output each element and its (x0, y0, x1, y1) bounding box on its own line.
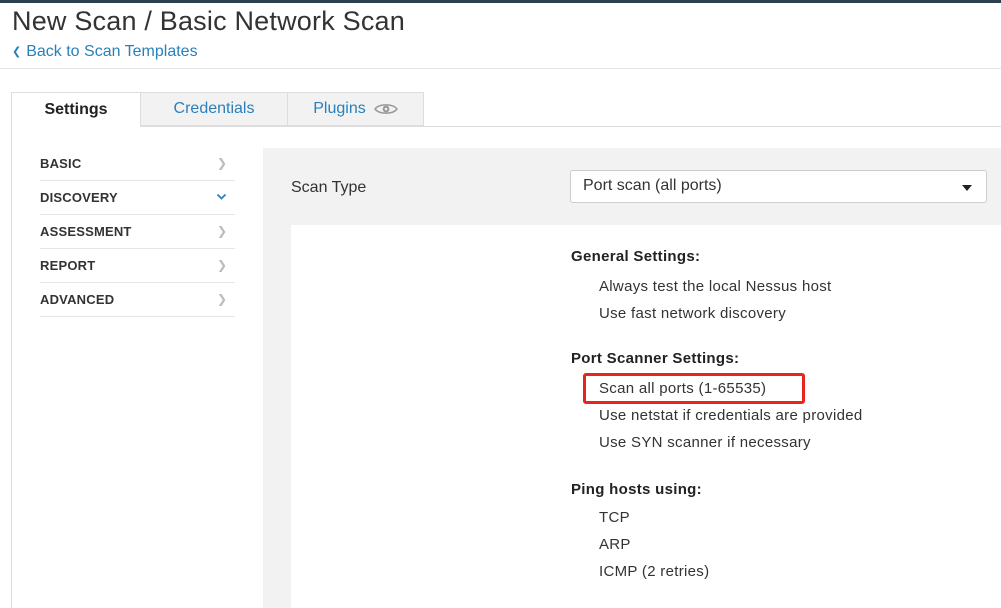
scan-type-select[interactable]: Port scan (all ports) (570, 170, 987, 203)
option-text: Use SYN scanner if necessary (599, 434, 811, 451)
sidebar-item-assessment[interactable]: ASSESSMENT ❯ (40, 215, 235, 249)
tab-credentials[interactable]: Credentials (141, 92, 288, 126)
sidebar-item-discovery[interactable]: DISCOVERY (40, 181, 235, 215)
sidebar-nav: BASIC ❯ DISCOVERY ASSESSMENT ❯ REPORT ❯ … (40, 147, 235, 317)
option-text: ARP (599, 536, 631, 553)
top-bar (0, 0, 1001, 3)
scan-type-value: Port scan (all ports) (583, 177, 722, 194)
tab-plugins[interactable]: Plugins (288, 92, 424, 126)
scan-type-label: Scan Type (291, 179, 367, 196)
back-to-templates-link[interactable]: ❮ Back to Scan Templates (12, 43, 198, 61)
back-link-label: Back to Scan Templates (26, 43, 198, 60)
header-divider (0, 68, 1001, 69)
chevron-right-icon: ❯ (216, 224, 227, 238)
sidebar-item-advanced[interactable]: ADVANCED ❯ (40, 283, 235, 317)
tab-plugins-label: Plugins (313, 100, 366, 117)
option-text: TCP (599, 509, 630, 526)
tab-credentials-label: Credentials (173, 100, 255, 117)
chevron-right-icon: ❯ (216, 156, 227, 170)
sidebar-item-label: BASIC (40, 156, 82, 171)
option-text: Always test the local Nessus host (599, 278, 832, 295)
sidebar-item-label: DISCOVERY (40, 190, 118, 205)
chevron-right-icon: ❯ (216, 258, 227, 272)
tab-settings-label: Settings (44, 101, 108, 118)
annotation-highlight-box (583, 373, 805, 404)
option-text: Use fast network discovery (599, 305, 787, 322)
tab-settings[interactable]: Settings (11, 92, 141, 127)
chevron-left-icon: ❮ (12, 46, 22, 58)
chevron-right-icon: ❯ (216, 292, 227, 306)
port-scanner-settings-heading: Port Scanner Settings: (571, 350, 740, 367)
general-settings-heading: General Settings: (571, 248, 701, 265)
caret-down-icon (962, 185, 972, 191)
sidebar-item-report[interactable]: REPORT ❯ (40, 249, 235, 283)
option-text: ICMP (2 retries) (599, 563, 710, 580)
chevron-down-icon (216, 190, 227, 204)
eye-icon (373, 102, 398, 116)
sidebar-item-label: REPORT (40, 258, 96, 273)
sidebar-item-label: ASSESSMENT (40, 224, 132, 239)
ping-hosts-heading: Ping hosts using: (571, 481, 702, 498)
sidebar-item-basic[interactable]: BASIC ❯ (40, 147, 235, 181)
option-text: Use netstat if credentials are provided (599, 407, 863, 424)
sidebar-item-label: ADVANCED (40, 292, 115, 307)
page-title: New Scan / Basic Network Scan (12, 6, 405, 36)
